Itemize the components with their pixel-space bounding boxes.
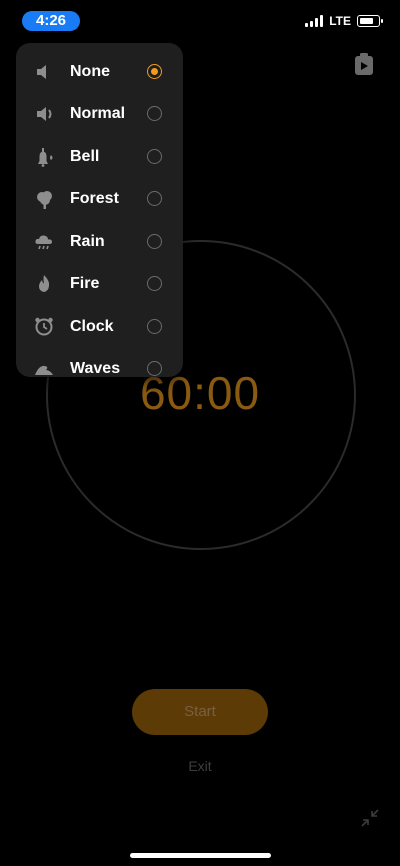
signal-icon	[305, 15, 324, 27]
tree-icon	[33, 187, 57, 211]
flame-icon	[33, 272, 57, 296]
radio-selected[interactable]	[147, 64, 162, 79]
sound-option-forest[interactable]: Forest	[16, 178, 183, 220]
collapse-icon[interactable]	[359, 807, 381, 829]
sound-menu: None Normal Bell Forest Rain Fire Clock …	[16, 43, 183, 377]
exit-button[interactable]: Exit	[0, 758, 400, 774]
bell-icon	[33, 145, 57, 169]
radio-unselected[interactable]	[147, 191, 162, 206]
sound-option-label: Clock	[70, 318, 114, 335]
battery-icon	[357, 15, 383, 27]
sound-option-label: Bell	[70, 148, 100, 165]
sound-option-label: Rain	[70, 233, 105, 250]
sound-option-label: Fire	[70, 275, 100, 292]
alarm-clock-icon	[33, 315, 57, 339]
start-button[interactable]: Start	[132, 689, 268, 735]
radio-unselected[interactable]	[147, 361, 162, 376]
rain-cloud-icon	[33, 230, 57, 254]
sound-option-bell[interactable]: Bell	[16, 136, 183, 178]
speaker-muted-icon	[33, 60, 57, 84]
wave-icon	[33, 357, 57, 377]
radio-unselected[interactable]	[147, 319, 162, 334]
sound-option-label: Waves	[70, 360, 121, 377]
network-label: LTE	[329, 14, 351, 28]
sound-option-fire[interactable]: Fire	[16, 263, 183, 305]
radio-unselected[interactable]	[147, 149, 162, 164]
status-indicators: LTE	[305, 14, 383, 28]
sound-option-clock[interactable]: Clock	[16, 306, 183, 348]
radio-unselected[interactable]	[147, 276, 162, 291]
sound-option-label: None	[70, 63, 110, 80]
sound-option-label: Forest	[70, 190, 119, 207]
status-time: 4:26	[22, 11, 80, 31]
clipboard-play-icon[interactable]	[354, 52, 374, 76]
radio-unselected[interactable]	[147, 106, 162, 121]
sound-option-normal[interactable]: Normal	[16, 93, 183, 135]
speaker-icon	[33, 102, 57, 126]
sound-option-label: Normal	[70, 105, 126, 122]
sound-option-none[interactable]: None	[16, 51, 183, 93]
sound-option-waves[interactable]: Waves	[16, 348, 183, 377]
sound-option-rain[interactable]: Rain	[16, 221, 183, 263]
radio-unselected[interactable]	[147, 234, 162, 249]
home-indicator[interactable]	[130, 853, 271, 858]
